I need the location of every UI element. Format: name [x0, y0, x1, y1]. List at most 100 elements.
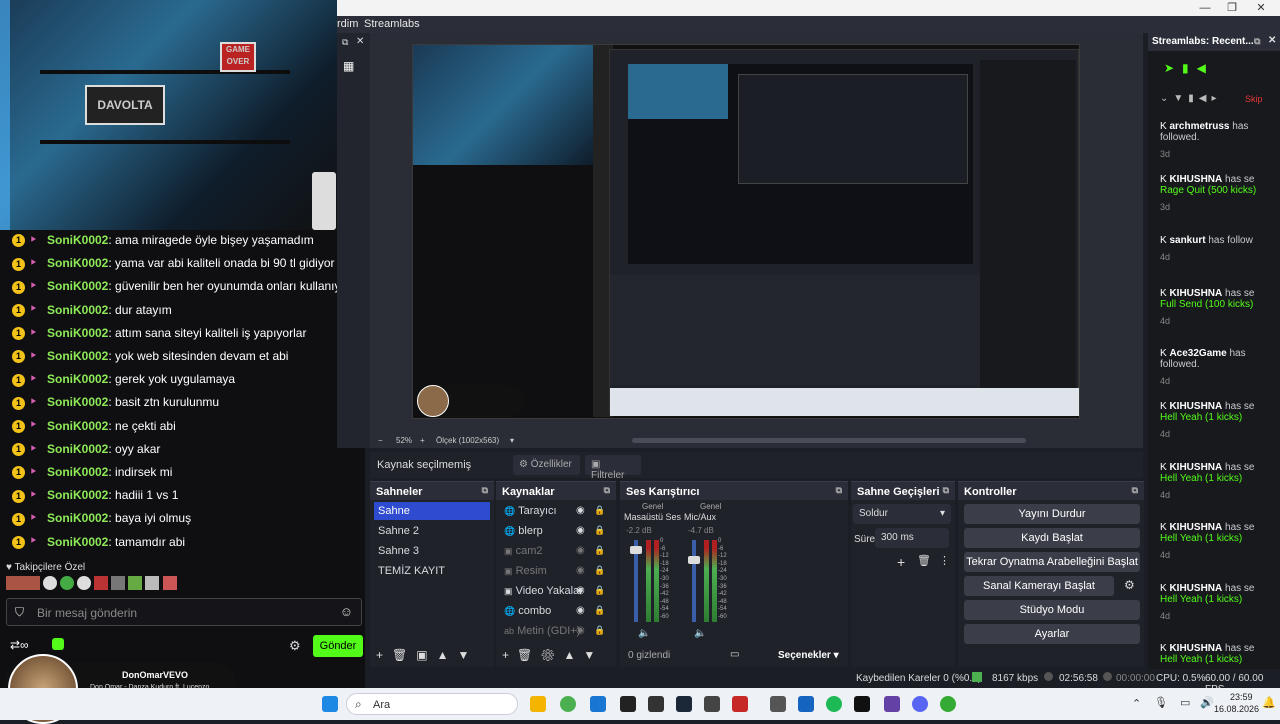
app-icon[interactable] — [940, 696, 956, 712]
filters-button[interactable]: ▣ Filtreler — [585, 455, 641, 481]
lock-icon[interactable]: 🔒 — [594, 565, 605, 576]
eye-icon[interactable]: ◉ — [576, 605, 585, 616]
settings-button[interactable]: Ayarlar — [964, 624, 1140, 644]
layout-icon[interactable]: ▭ — [730, 649, 739, 660]
app-icon[interactable] — [798, 696, 814, 712]
scene-toolbar[interactable]: +🗑▣▲▼ — [376, 648, 478, 662]
start-recording-button[interactable]: Kaydı Başlat — [964, 528, 1140, 548]
lock-icon[interactable]: 🔒 — [594, 545, 605, 556]
duration-input[interactable]: 300 ms — [875, 528, 949, 548]
minimize-button[interactable]: — — [1198, 1, 1212, 15]
scene-item[interactable]: TEMİZ KAYIT — [374, 562, 449, 580]
replay-buffer-button[interactable]: Tekrar Oynatma Arabelleğini Başlat — [964, 552, 1140, 572]
zoom-in-button[interactable]: + — [420, 436, 425, 445]
add-transition-button[interactable]: + — [897, 554, 905, 570]
horizontal-scrollbar[interactable] — [632, 438, 1026, 443]
delete-transition-button[interactable]: 🗑 — [917, 554, 931, 567]
gear-icon[interactable]: ⚙ — [1124, 578, 1135, 592]
message-input[interactable]: ⛉ Bir mesaj gönderin ☺ — [6, 598, 362, 626]
chat-username[interactable]: SoniK0002 — [47, 326, 108, 340]
zoom-out-button[interactable]: − — [378, 436, 383, 445]
chat-username[interactable]: SoniK0002 — [47, 349, 108, 363]
kick-icon[interactable] — [52, 638, 64, 650]
taskbar-search[interactable]: ⌕ Ara — [346, 693, 518, 715]
alert-item[interactable]: K KIHUSHNA has se Rage Quit (500 kicks) 3d — [1160, 174, 1280, 212]
scene-item[interactable]: Sahne 2 — [374, 522, 423, 540]
settings-icon[interactable]: ⚙ — [289, 638, 301, 654]
chat-username[interactable]: SoniK0002 — [47, 303, 108, 317]
file-explorer-icon[interactable] — [530, 696, 546, 712]
eye-icon[interactable]: ◉ — [576, 525, 585, 536]
chat-username[interactable]: SoniK0002 — [47, 256, 108, 270]
app-icon[interactable] — [770, 696, 786, 712]
source-item[interactable]: 🌐 combo ◉ 🔒 — [500, 602, 612, 620]
chat-username[interactable]: SoniK0002 — [47, 419, 108, 433]
popout-icon[interactable]: ⧉ — [1132, 485, 1138, 496]
source-item[interactable]: 🌐 blerp ◉ 🔒 — [500, 522, 612, 540]
lock-icon[interactable]: 🔒 — [594, 625, 605, 636]
popout-icon[interactable]: ⧉ — [943, 485, 949, 496]
source-item[interactable]: ▣ Resim ◉ 🔒 — [500, 562, 612, 580]
scene-item[interactable]: Sahne — [374, 502, 490, 520]
event-filters[interactable]: ⌄▼▮◀▸ — [1160, 93, 1222, 104]
clock-date[interactable]: 16.08.2026 — [1214, 704, 1259, 714]
virtual-camera-button[interactable]: Sanal Kamerayı Başlat — [964, 576, 1114, 596]
alert-item[interactable]: K KIHUSHNA has se Hell Yeah (1 kicks) 4d — [1160, 522, 1280, 560]
emoji-icon[interactable]: ☺ — [340, 604, 353, 619]
properties-button[interactable]: ⚙ Özellikler — [513, 455, 580, 475]
chat-username[interactable]: SoniK0002 — [47, 442, 108, 456]
lock-icon[interactable]: 🔒 — [594, 585, 605, 596]
channel2-name[interactable]: Mic/Aux — [684, 512, 716, 522]
chat-username[interactable]: SoniK0002 — [47, 511, 108, 525]
skip-button[interactable]: Skip — [1245, 94, 1263, 104]
menu-streamlabs[interactable]: Streamlabs — [364, 18, 420, 30]
chat-username[interactable]: SoniK0002 — [47, 395, 108, 409]
eye-icon[interactable]: ◉ — [576, 505, 585, 516]
popout-icon[interactable]: ⧉ — [604, 485, 610, 496]
popout-icon[interactable]: ⧉ — [1254, 36, 1260, 47]
send-button[interactable]: Gönder — [313, 635, 363, 657]
alert-item[interactable]: K KIHUSHNA has se Full Send (100 kicks) 4d — [1160, 288, 1280, 326]
scale-dropdown-icon[interactable]: ▾ — [510, 436, 514, 445]
close-icon[interactable]: ✕ — [356, 36, 364, 47]
chat-username[interactable]: SoniK0002 — [47, 465, 108, 479]
alert-item[interactable]: K KIHUSHNA has se Hell Yeah (1 kicks) 4d — [1160, 462, 1280, 500]
lock-icon[interactable]: 🔒 — [594, 525, 605, 536]
channel1-name[interactable]: Masaüstü Ses — [624, 512, 681, 522]
popout-icon[interactable]: ⧉ — [836, 485, 842, 496]
app-icon[interactable] — [854, 696, 870, 712]
lock-icon[interactable]: 🔒 — [594, 505, 605, 516]
share-icon[interactable]: ⇄∞ — [10, 638, 29, 652]
options-button[interactable]: Seçenekler ▾ — [778, 650, 839, 661]
clock-time[interactable]: 23:59 — [1230, 692, 1253, 702]
chat-username[interactable]: SoniK0002 — [47, 535, 108, 549]
app-icon[interactable] — [704, 696, 720, 712]
obs-icon[interactable] — [620, 696, 636, 712]
mute-icon[interactable]: 🔈 — [638, 628, 650, 639]
spotify-icon[interactable] — [826, 696, 842, 712]
alert-item[interactable]: K KIHUSHNA has se Hell Yeah (1 kicks) 4d — [1160, 401, 1280, 439]
lock-icon[interactable]: 🔒 — [594, 605, 605, 616]
chat-username[interactable]: SoniK0002 — [47, 233, 108, 247]
popout-icon[interactable]: ⧉ — [342, 37, 348, 48]
volume-icon[interactable]: 🔊 — [1200, 696, 1214, 709]
maximize-button[interactable]: ❐ — [1225, 1, 1239, 15]
chat-username[interactable]: SoniK0002 — [47, 488, 108, 502]
stream-preview[interactable] — [412, 44, 1080, 419]
app-icon[interactable] — [732, 696, 748, 712]
mute-icon[interactable]: 🔈 — [694, 628, 706, 639]
app-icon[interactable] — [884, 696, 900, 712]
close-button[interactable]: ✕ — [1254, 1, 1268, 15]
eye-icon[interactable]: ◉ — [576, 565, 585, 576]
alert-item[interactable]: K sankurt has follow 4d — [1160, 235, 1280, 262]
chrome-icon[interactable] — [560, 696, 576, 712]
channel2-fader-knob[interactable] — [688, 556, 700, 564]
channel2-fader[interactable] — [692, 540, 696, 622]
emote-row[interactable] — [6, 576, 232, 592]
notification-icon[interactable]: 🔔 — [1262, 696, 1276, 709]
more-icon[interactable]: ⋮ — [939, 554, 950, 567]
source-item[interactable]: ▣ cam2 ◉ 🔒 — [500, 542, 612, 560]
close-icon[interactable]: ✕ — [1268, 35, 1276, 46]
app-icon[interactable] — [648, 696, 664, 712]
transition-select[interactable]: Soldur ▾ — [853, 504, 951, 524]
